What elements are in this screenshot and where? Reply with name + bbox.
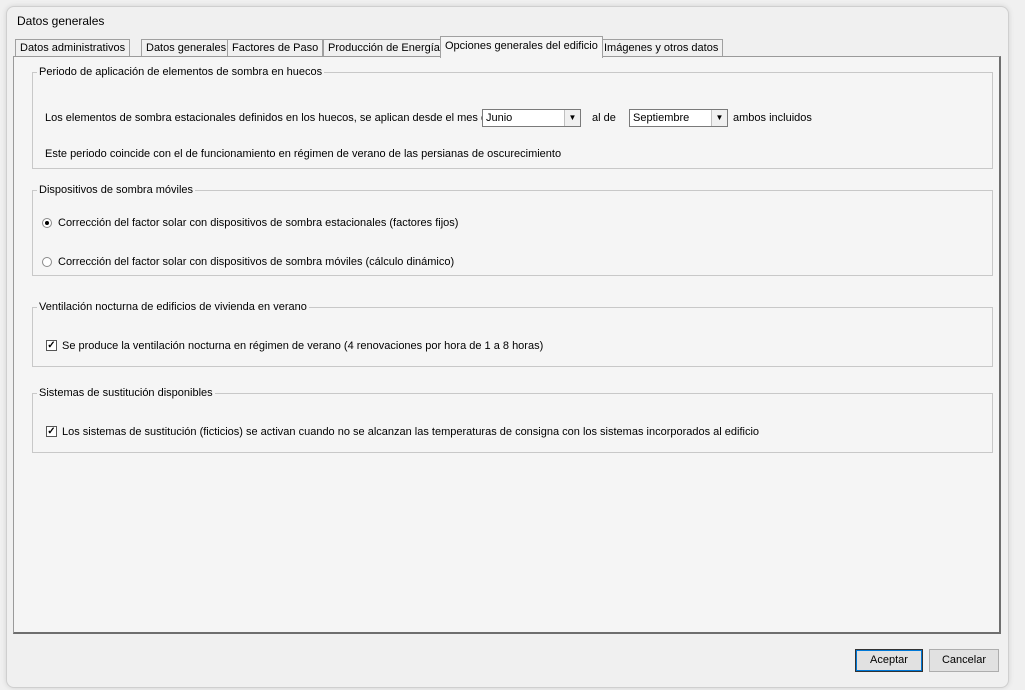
night-ventilation-checkbox[interactable]: ✓	[46, 340, 57, 351]
group-shading-period: Periodo de aplicación de elementos de so…	[32, 66, 993, 169]
dialog-window: Datos generales Datos administrativos Da…	[6, 6, 1009, 688]
tab-datos-generales[interactable]: Datos generales	[141, 39, 232, 57]
shading-period-note: Este periodo coincide con el de funciona…	[45, 148, 562, 160]
chevron-down-icon[interactable]: ▼	[711, 110, 727, 126]
tab-opciones-generales-del-edificio[interactable]: Opciones generales del edificio	[440, 36, 603, 58]
tab-imagenes-y-otros-datos[interactable]: Imágenes y otros datos	[599, 39, 724, 57]
substitution-systems-checkbox[interactable]: ✓	[46, 426, 57, 437]
radio-fixed-factors[interactable]	[42, 218, 52, 228]
night-ventilation-label[interactable]: Se produce la ventilación nocturna en ré…	[62, 340, 543, 352]
chevron-down-icon[interactable]: ▼	[564, 110, 580, 126]
group-substitution-systems-legend: Sistemas de sustitución disponibles	[39, 387, 213, 399]
group-night-ventilation-legend: Ventilación nocturna de edificios de viv…	[39, 301, 307, 313]
shading-to-text: al de	[592, 112, 616, 124]
from-month-value: Junio	[486, 112, 513, 124]
tab-factores-de-paso[interactable]: Factores de Paso	[227, 39, 324, 57]
shading-inclusive-text: ambos incluidos	[733, 112, 812, 124]
accept-button[interactable]: Aceptar	[855, 649, 923, 672]
tab-produccion-de-energia[interactable]: Producción de Energía	[323, 39, 445, 57]
radio-fixed-factors-label[interactable]: Corrección del factor solar con disposit…	[58, 217, 458, 229]
radio-dynamic-calculation[interactable]	[42, 257, 52, 267]
from-month-select[interactable]: Junio ▼	[482, 109, 581, 127]
group-substitution-systems: Sistemas de sustitución disponibles ✓ Lo…	[32, 387, 993, 453]
to-month-select[interactable]: Septiembre ▼	[629, 109, 728, 127]
group-shading-period-legend: Periodo de aplicación de elementos de so…	[39, 66, 323, 78]
tab-panel: Periodo de aplicación de elementos de so…	[13, 56, 1001, 634]
group-mobile-devices: Dispositivos de sombra móviles Correcció…	[32, 184, 993, 276]
group-night-ventilation: Ventilación nocturna de edificios de viv…	[32, 301, 993, 367]
radio-dynamic-calculation-label[interactable]: Corrección del factor solar con disposit…	[58, 256, 454, 268]
window-title: Datos generales	[17, 14, 105, 28]
shading-from-text: Los elementos de sombra estacionales def…	[45, 112, 494, 124]
group-mobile-devices-legend: Dispositivos de sombra móviles	[39, 184, 194, 196]
substitution-systems-label[interactable]: Los sistemas de sustitución (ficticios) …	[62, 426, 759, 438]
cancel-button[interactable]: Cancelar	[929, 649, 999, 672]
tab-datos-administrativos[interactable]: Datos administrativos	[15, 39, 131, 57]
to-month-value: Septiembre	[633, 112, 690, 124]
